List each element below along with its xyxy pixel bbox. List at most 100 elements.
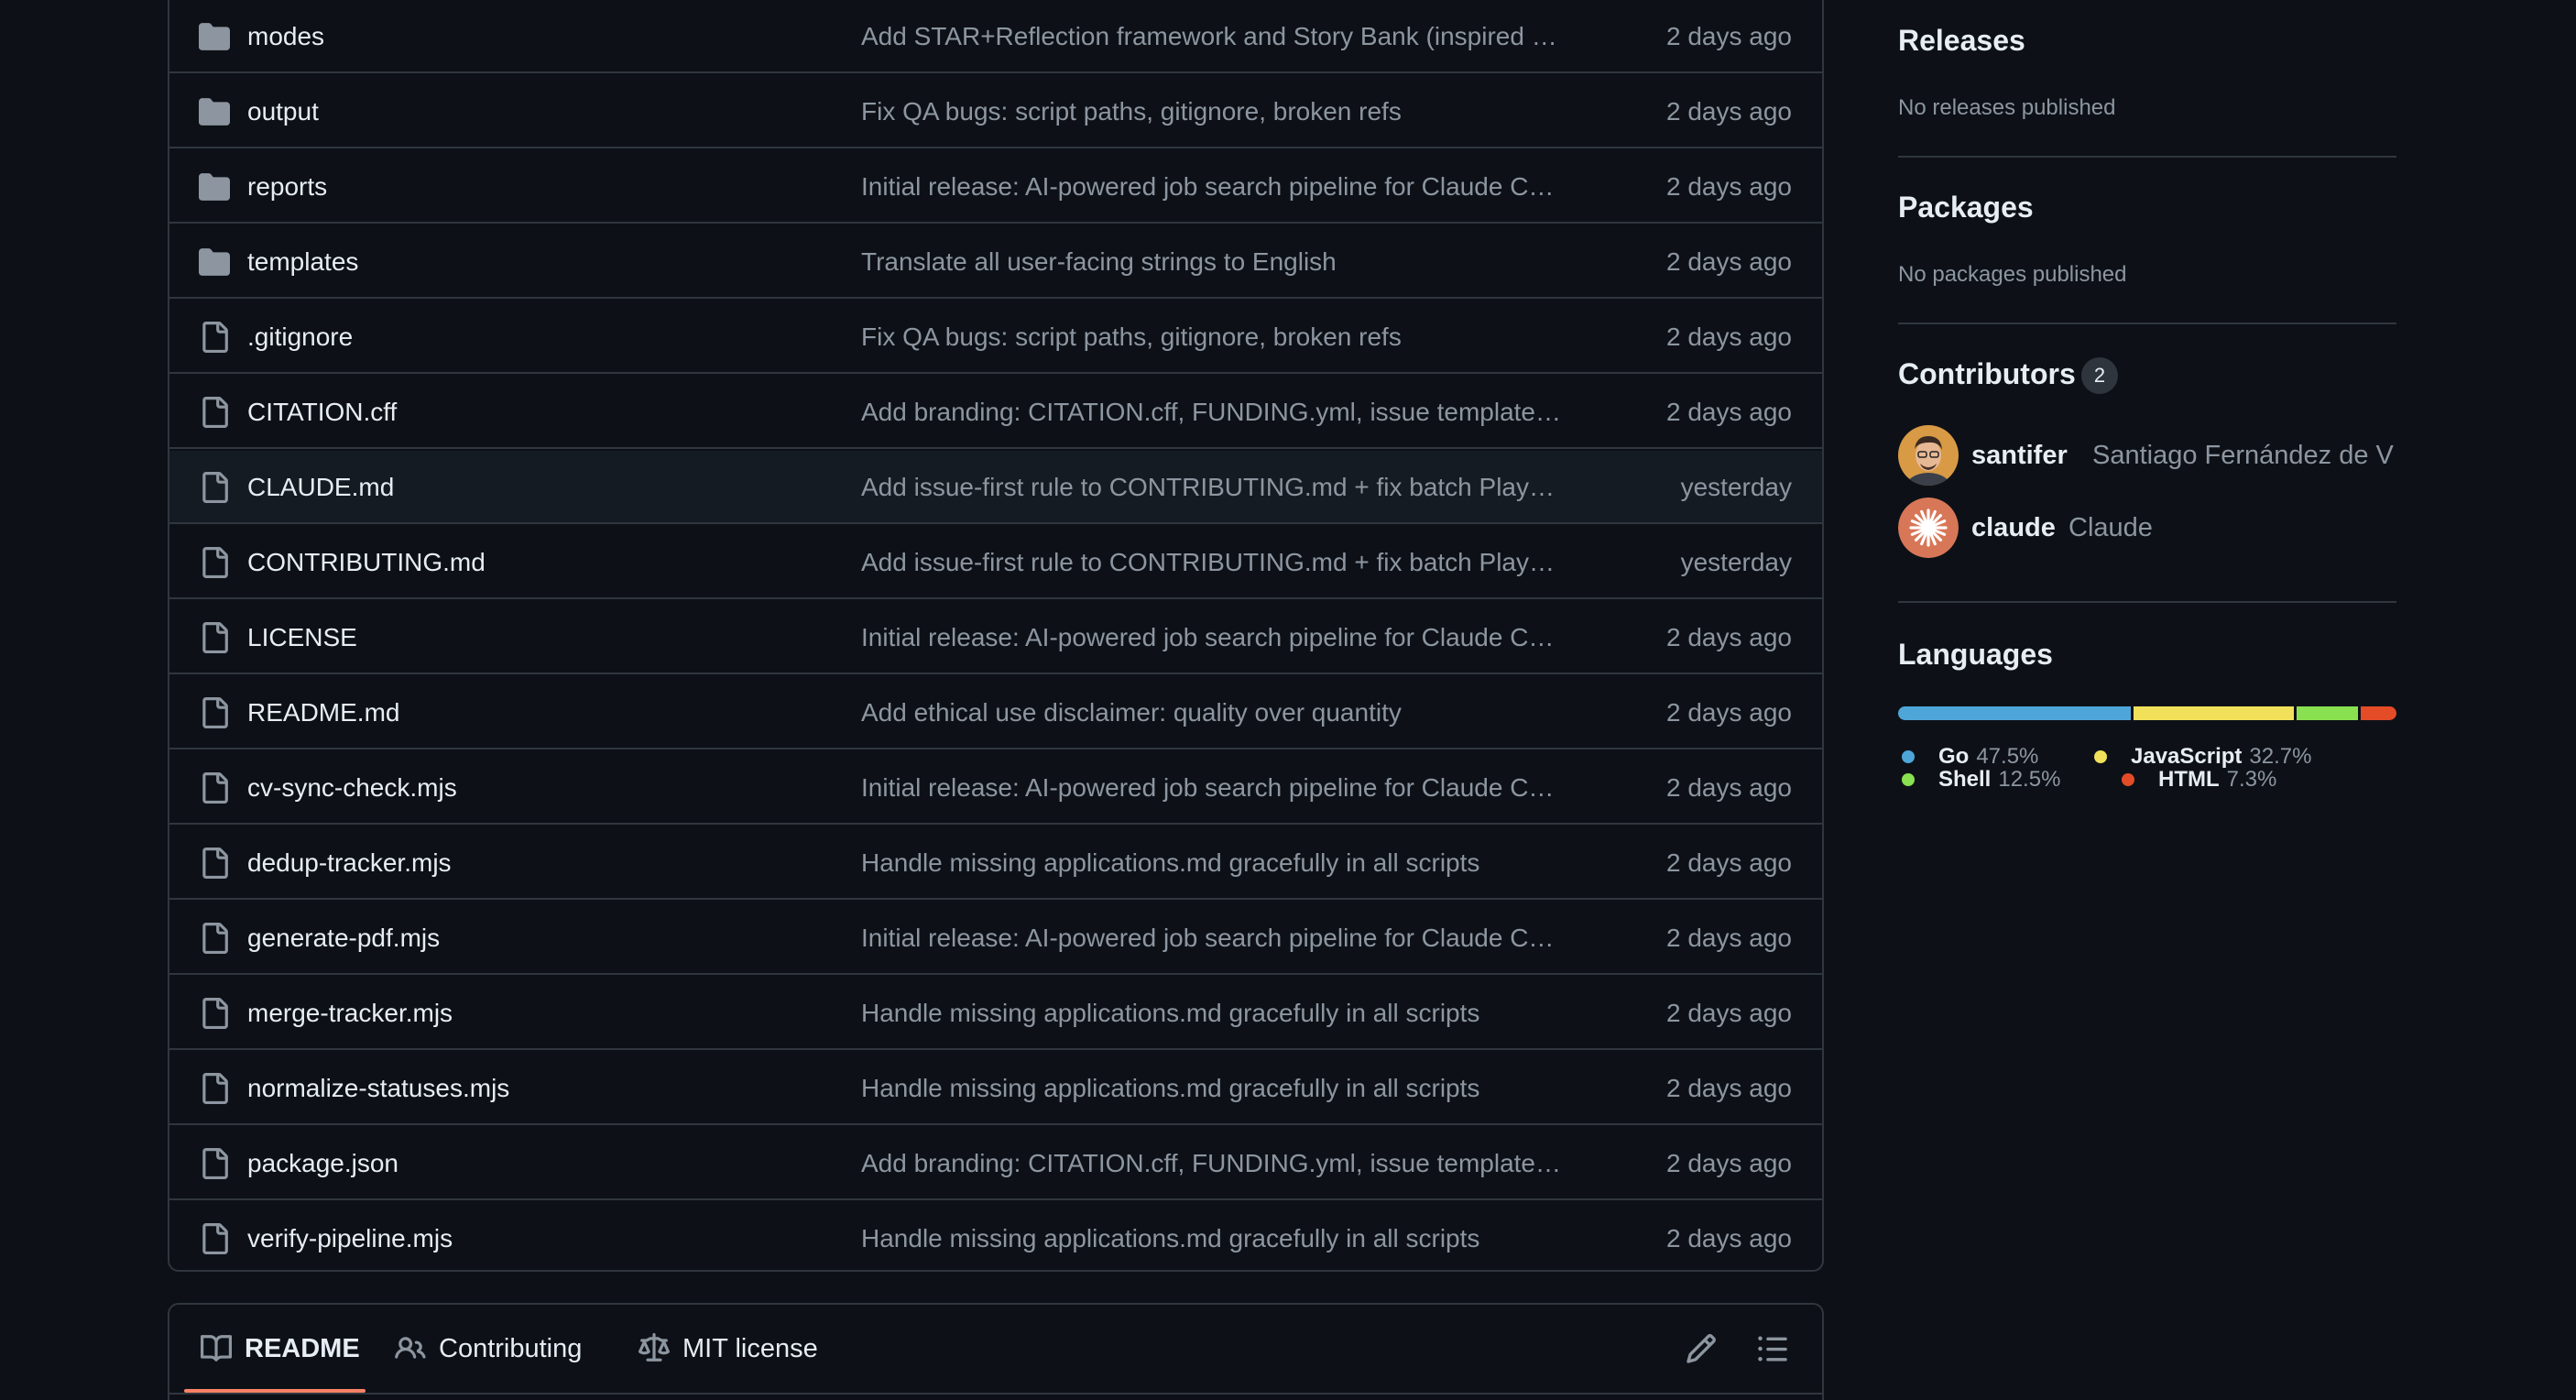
language-color-dot <box>1902 750 1915 763</box>
file-name-link[interactable]: normalize-statuses.mjs <box>247 1070 509 1107</box>
file-name-link[interactable]: reports <box>247 169 327 205</box>
tab-contributing[interactable]: Contributing <box>395 1329 582 1369</box>
contributor-full-name: Claude <box>2068 513 2153 542</box>
commit-message-link[interactable]: Handle missing applications.md gracefull… <box>861 995 1741 1032</box>
commit-message-link[interactable]: Add STAR+Reflection framework and Story … <box>861 18 1741 55</box>
file-icon <box>202 472 228 503</box>
folder-icon <box>199 98 230 126</box>
commit-message-link[interactable]: Initial release: AI-powered job search p… <box>861 770 1741 806</box>
commit-time: 2 days ago <box>1666 323 1792 351</box>
table-row[interactable]: modes Add STAR+Reflection framework and S… <box>169 0 1822 73</box>
table-row[interactable]: CONTRIBUTING.md Add issue-first rule to C… <box>169 526 1822 599</box>
releases-heading[interactable]: Releases <box>1898 24 2025 58</box>
outline-list-icon[interactable] <box>1756 1332 1789 1365</box>
file-name-link[interactable]: verify-pipeline.mjs <box>247 1220 453 1257</box>
table-row[interactable]: cv-sync-check.mjs Initial release: AI-pow… <box>169 751 1822 825</box>
commit-time: 2 days ago <box>1666 97 1792 126</box>
file-name-link[interactable]: README.md <box>247 695 399 731</box>
divider <box>1898 323 2396 324</box>
commit-time: 2 days ago <box>1666 172 1792 201</box>
table-row[interactable]: CITATION.cff Add branding: CITATION.cff, … <box>169 376 1822 449</box>
table-row[interactable]: README.md Add ethical use disclaimer: qua… <box>169 676 1822 749</box>
contributor-login[interactable]: claude <box>1971 509 2056 546</box>
commit-message-link[interactable]: Fix QA bugs: script paths, gitignore, br… <box>861 319 1741 355</box>
file-icon <box>202 1223 228 1254</box>
commit-time: 2 days ago <box>1666 999 1792 1027</box>
file-icon <box>202 697 228 728</box>
language-bar-segment <box>2360 706 2396 720</box>
languages-bar <box>1898 706 2396 720</box>
commit-message-link[interactable]: Add branding: CITATION.cff, FUNDING.yml,… <box>861 394 1741 431</box>
commit-time: yesterday <box>1680 548 1792 576</box>
table-row[interactable]: normalize-statuses.mjs Handle missing app… <box>169 1052 1822 1125</box>
file-name-link[interactable]: output <box>247 93 319 130</box>
file-name-link[interactable]: CLAUDE.md <box>247 469 394 506</box>
commit-message-link[interactable]: Handle missing applications.md gracefull… <box>861 1220 1741 1257</box>
file-name-link[interactable]: package.json <box>247 1145 398 1182</box>
commit-message-link[interactable]: Add issue-first rule to CONTRIBUTING.md … <box>861 469 1741 506</box>
divider <box>1898 601 2396 603</box>
language-bar-segment <box>1898 706 2132 720</box>
releases-empty-text: No releases published <box>1898 95 2116 120</box>
table-row[interactable]: output Fix QA bugs: script paths, gitigno… <box>169 75 1822 148</box>
file-table: modes Add STAR+Reflection framework and S… <box>168 0 1824 1272</box>
file-name-link[interactable]: templates <box>247 244 358 280</box>
contributor-santifer[interactable]: santifer Santiago Fernández de V… <box>1898 425 2396 486</box>
avatar[interactable] <box>1898 425 1959 486</box>
commit-time: 2 days ago <box>1666 1224 1792 1252</box>
commit-message-link[interactable]: Fix QA bugs: script paths, gitignore, br… <box>861 93 1741 130</box>
file-name-link[interactable]: modes <box>247 18 324 55</box>
avatar[interactable] <box>1898 498 1959 558</box>
folder-icon <box>199 23 230 50</box>
table-row[interactable]: package.json Add branding: CITATION.cff, … <box>169 1127 1822 1200</box>
commit-time: 2 days ago <box>1666 924 1792 952</box>
language-color-dot <box>2094 750 2107 763</box>
tab-license[interactable]: MIT license <box>639 1329 818 1369</box>
file-name-link[interactable]: LICENSE <box>247 619 357 656</box>
contributors-heading[interactable]: Contributors <box>1898 357 2076 391</box>
contributor-login[interactable]: santifer <box>1971 437 2068 474</box>
commit-message-link[interactable]: Add ethical use disclaimer: quality over… <box>861 695 1741 731</box>
language-percent: 7.3% <box>2226 767 2277 792</box>
table-row[interactable]: verify-pipeline.mjs Handle missing applic… <box>169 1202 1822 1275</box>
file-name-link[interactable]: CONTRIBUTING.md <box>247 544 486 581</box>
commit-message-link[interactable]: Add issue-first rule to CONTRIBUTING.md … <box>861 544 1741 581</box>
file-name-link[interactable]: .gitignore <box>247 319 353 355</box>
table-row[interactable]: generate-pdf.mjs Initial release: AI-powe… <box>169 902 1822 975</box>
file-icon <box>202 923 228 954</box>
user-avatar-image <box>1898 425 1959 486</box>
file-name-link[interactable]: CITATION.cff <box>247 394 397 431</box>
table-row[interactable]: dedup-tracker.mjs Handle missing applicat… <box>169 826 1822 900</box>
commit-message-link[interactable]: Initial release: AI-powered job search p… <box>861 619 1741 656</box>
language-item[interactable]: Shell 12.5% <box>1902 765 2060 794</box>
commit-message-link[interactable]: Handle missing applications.md gracefull… <box>861 1070 1741 1107</box>
file-icon <box>202 322 228 353</box>
table-row[interactable]: merge-tracker.mjs Handle missing applicat… <box>169 977 1822 1050</box>
pencil-icon[interactable] <box>1685 1332 1718 1365</box>
tab-license-label: MIT license <box>682 1334 818 1363</box>
commit-time: 2 days ago <box>1666 623 1792 651</box>
contributor-claude[interactable]: claude Claude <box>1898 498 2396 558</box>
table-row[interactable]: reports Initial release: AI-powered job s… <box>169 150 1822 224</box>
commit-time: 2 days ago <box>1666 1074 1792 1102</box>
tab-readme[interactable]: README <box>201 1329 360 1369</box>
commit-message-link[interactable]: Initial release: AI-powered job search p… <box>861 920 1741 957</box>
commit-message-link[interactable]: Add branding: CITATION.cff, FUNDING.yml,… <box>861 1145 1741 1182</box>
commit-message-link[interactable]: Handle missing applications.md gracefull… <box>861 845 1741 881</box>
commit-message-link[interactable]: Initial release: AI-powered job search p… <box>861 169 1741 205</box>
commit-message-link[interactable]: Translate all user-facing strings to Eng… <box>861 244 1741 280</box>
language-item[interactable]: HTML 7.3% <box>2122 765 2276 794</box>
file-name-link[interactable]: cv-sync-check.mjs <box>247 770 457 806</box>
file-name-link[interactable]: merge-tracker.mjs <box>247 995 453 1032</box>
table-row[interactable]: CLAUDE.md Add issue-first rule to CONTRIB… <box>169 451 1822 524</box>
file-icon <box>202 1148 228 1179</box>
active-tab-underline <box>184 1389 366 1393</box>
table-row[interactable]: templates Translate all user-facing strin… <box>169 225 1822 299</box>
file-icon <box>202 848 228 879</box>
file-name-link[interactable]: dedup-tracker.mjs <box>247 845 452 881</box>
language-color-dot <box>1902 773 1915 786</box>
packages-heading[interactable]: Packages <box>1898 191 2034 224</box>
table-row[interactable]: .gitignore Fix QA bugs: script paths, git… <box>169 301 1822 374</box>
file-name-link[interactable]: generate-pdf.mjs <box>247 920 440 957</box>
table-row[interactable]: LICENSE Initial release: AI-powered job s… <box>169 601 1822 674</box>
